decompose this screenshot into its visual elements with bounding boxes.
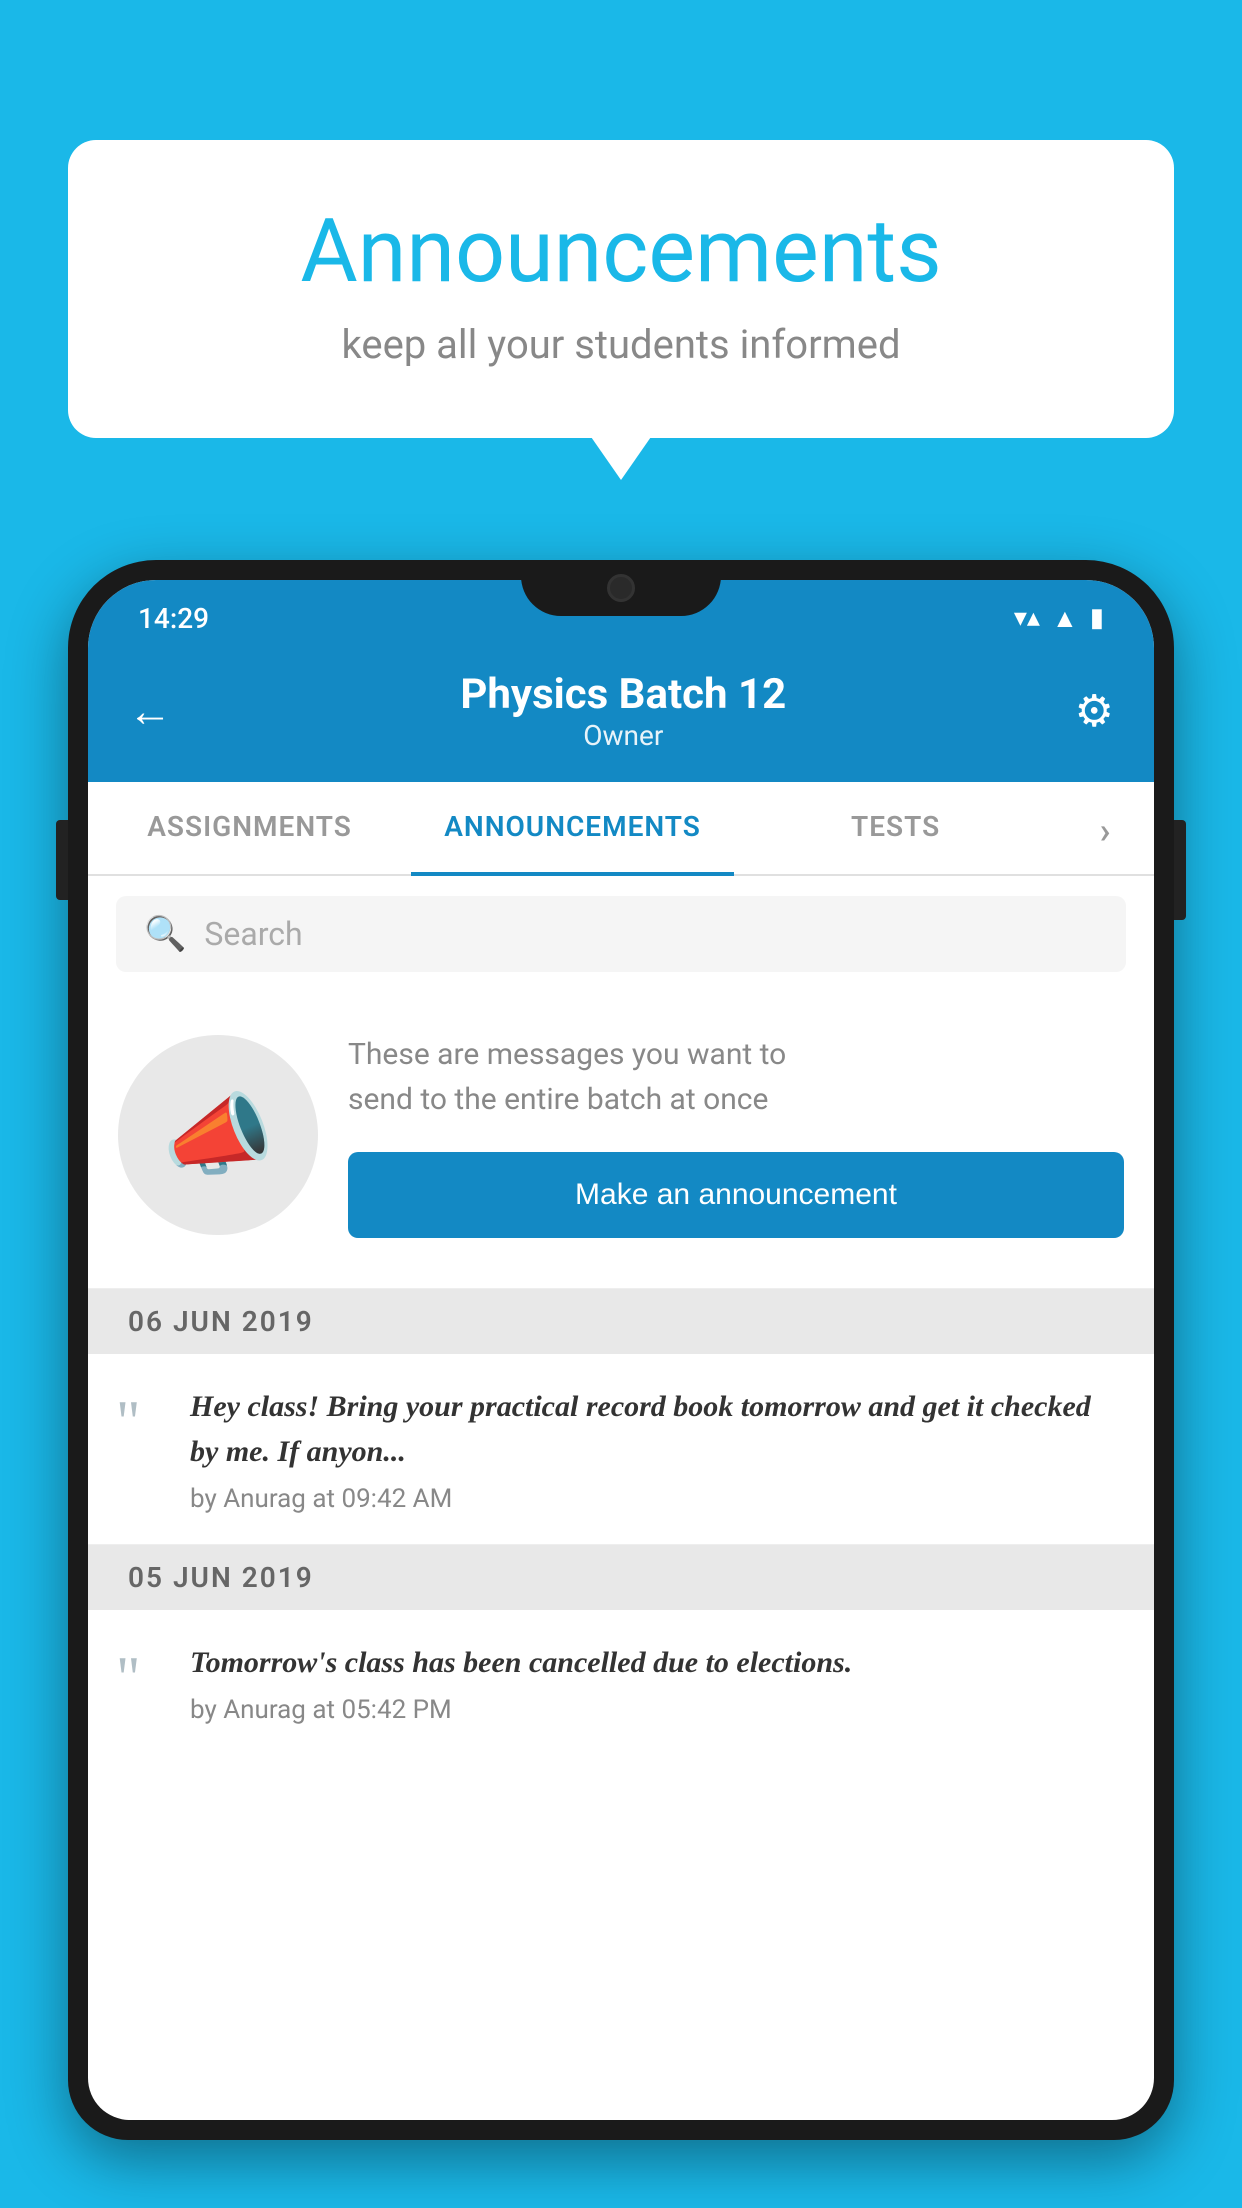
status-icons: ▾▴ ▲ ▮ [1014,603,1104,634]
app-header: ← Physics Batch 12 Owner ⚙ [88,650,1154,782]
bubble-title: Announcements [148,200,1094,303]
settings-icon[interactable]: ⚙ [1075,685,1114,737]
tab-more[interactable]: › [1057,782,1154,874]
header-center: Physics Batch 12 Owner [460,670,786,752]
search-icon: 🔍 [144,914,186,954]
search-container: 🔍 Search [88,876,1154,992]
date-divider-1: 06 JUN 2019 [88,1289,1154,1354]
search-box[interactable]: 🔍 Search [116,896,1126,972]
announcement-meta-2: by Anurag at 05:42 PM [190,1695,1124,1725]
promo-section: 📣 These are messages you want tosend to … [88,992,1154,1289]
header-subtitle: Owner [460,719,786,752]
tab-tests[interactable]: TESTS [734,782,1057,874]
header-title: Physics Batch 12 [460,670,786,719]
announcement-message-1[interactable]: Hey class! Bring your practical record b… [190,1384,1124,1474]
back-button[interactable]: ← [128,685,172,737]
hero-section: Announcements keep all your students inf… [68,140,1174,438]
tabs-bar: ASSIGNMENTS ANNOUNCEMENTS TESTS › [88,782,1154,876]
promo-content: These are messages you want tosend to th… [348,1032,1124,1238]
quote-icon-1: " [116,1392,166,1452]
power-button [1174,820,1186,920]
speech-bubble: Announcements keep all your students inf… [68,140,1174,438]
quote-icon-2: " [116,1648,166,1708]
announcement-item-2: " Tomorrow's class has been cancelled du… [88,1610,1154,1755]
announcement-text-1: Hey class! Bring your practical record b… [190,1384,1124,1514]
promo-description: These are messages you want tosend to th… [348,1032,1124,1122]
phone-camera [607,574,635,602]
megaphone-icon: 📣 [162,1083,274,1188]
announcement-meta-1: by Anurag at 09:42 AM [190,1484,1124,1514]
status-time: 14:29 [138,602,209,635]
tab-announcements[interactable]: ANNOUNCEMENTS [411,782,734,874]
phone-outer: 14:29 ▾▴ ▲ ▮ ← Physics Batch 12 Owner ⚙ [68,560,1174,2140]
phone-screen: 14:29 ▾▴ ▲ ▮ ← Physics Batch 12 Owner ⚙ [88,580,1154,2120]
signal-icon: ▲ [1052,603,1078,634]
phone-notch [521,560,721,616]
bubble-subtitle: keep all your students informed [148,321,1094,368]
phone-frame: 14:29 ▾▴ ▲ ▮ ← Physics Batch 12 Owner ⚙ [68,560,1174,2208]
search-input[interactable]: Search [204,915,302,953]
announcement-item-1: " Hey class! Bring your practical record… [88,1354,1154,1545]
battery-icon: ▮ [1090,603,1104,633]
announcement-message-2[interactable]: Tomorrow's class has been cancelled due … [190,1640,1124,1685]
announcement-text-2: Tomorrow's class has been cancelled due … [190,1640,1124,1725]
date-divider-2: 05 JUN 2019 [88,1545,1154,1610]
tab-assignments[interactable]: ASSIGNMENTS [88,782,411,874]
megaphone-circle: 📣 [118,1035,318,1235]
make-announcement-button[interactable]: Make an announcement [348,1152,1124,1238]
volume-button [56,820,68,900]
wifi-icon: ▾▴ [1014,603,1040,633]
